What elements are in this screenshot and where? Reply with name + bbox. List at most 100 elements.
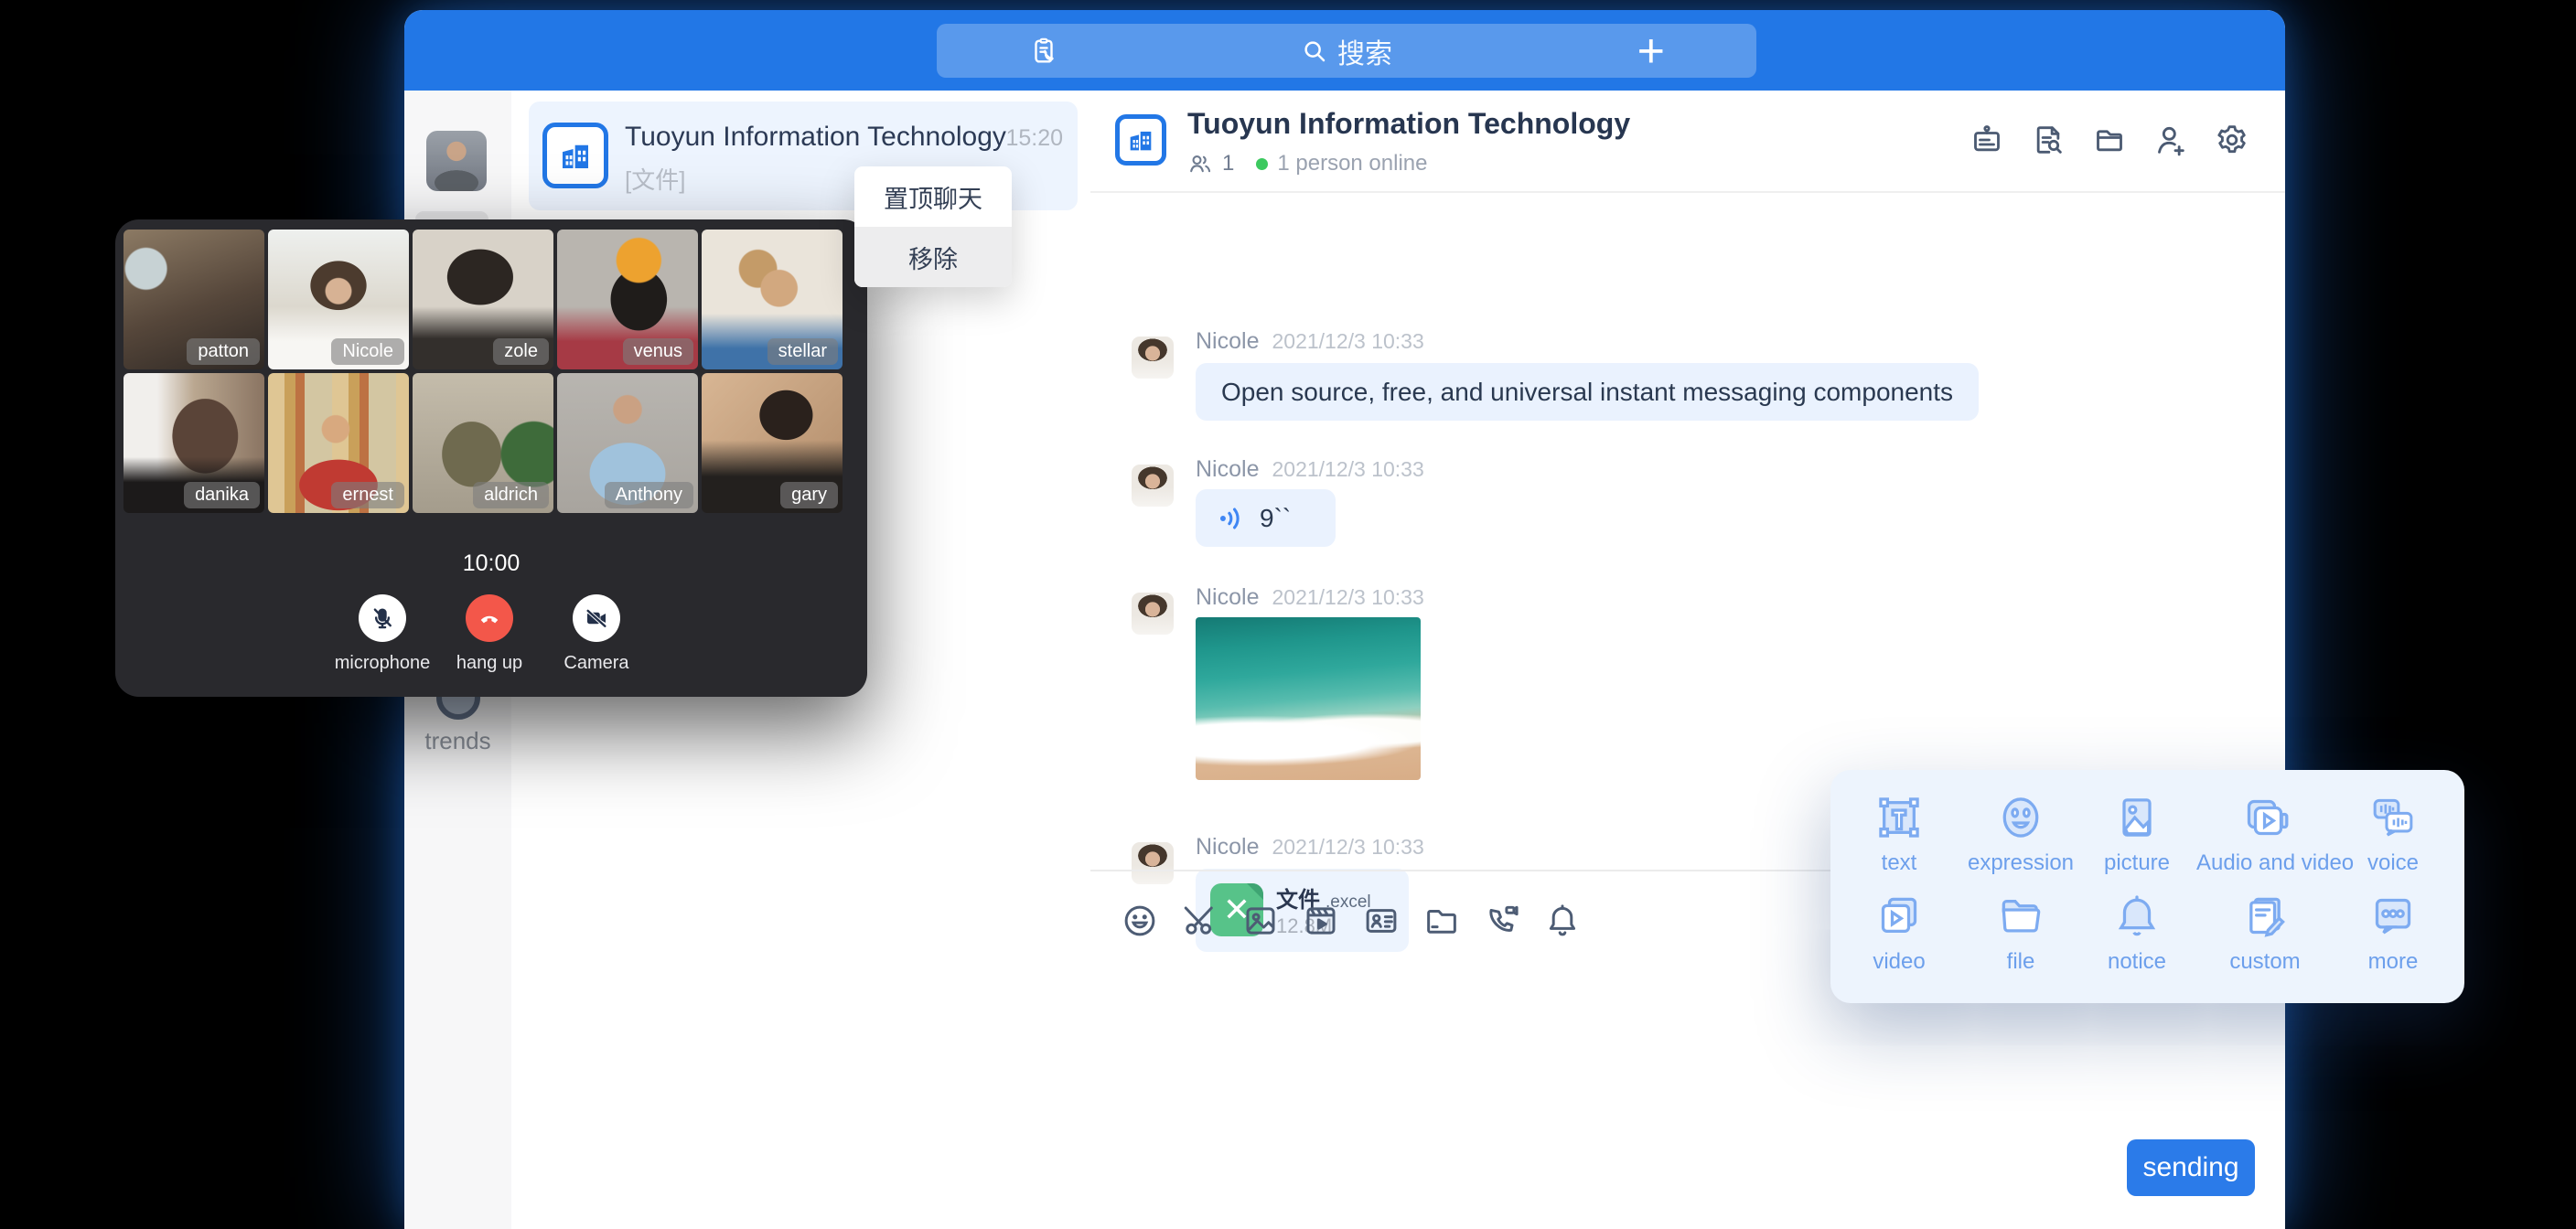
microphone-label: microphone <box>327 653 437 674</box>
emoji-icon[interactable] <box>1121 902 1159 940</box>
sender-name: Nicole <box>1196 584 1259 610</box>
panel-item-audio-video[interactable]: Audio and video <box>2196 792 2334 876</box>
message-sender: Nicole 2021/12/3 10:33 <box>1196 584 1424 611</box>
participant-tile: zole <box>413 230 553 369</box>
participant-name: gary <box>780 482 838 508</box>
trends-label: trends <box>404 727 511 755</box>
camera-muted-icon[interactable] <box>573 594 620 642</box>
video-message-icon[interactable] <box>1302 902 1340 940</box>
avatar[interactable] <box>1132 593 1174 635</box>
top-bar: 搜索 + <box>404 10 2285 91</box>
notice-bell-icon <box>2111 891 2163 942</box>
notification-bell-icon[interactable] <box>1543 902 1582 940</box>
participant-tile: Anthony <box>557 373 698 513</box>
panel-label: custom <box>2196 949 2334 975</box>
hang-up-label: hang up <box>435 653 544 674</box>
chat-header: Tuoyun Information Technology 1 1 person… <box>1090 91 2285 193</box>
group-files-icon[interactable] <box>2091 122 2128 158</box>
chat-panel: Tuoyun Information Technology 1 1 person… <box>1090 91 2285 1229</box>
message-list: Nicole 2021/12/3 10:33 Open source, free,… <box>1090 191 2285 870</box>
panel-item-notice[interactable]: notice <box>2068 891 2206 975</box>
text-message[interactable]: Open source, free, and universal instant… <box>1196 363 1979 421</box>
participant-name: Nicole <box>331 338 404 365</box>
participant-tile: patton <box>123 230 264 369</box>
avatar[interactable] <box>426 131 487 191</box>
chat-meta: 1 1 person online <box>1187 151 1427 176</box>
search-icon <box>1301 37 1328 65</box>
search-input[interactable]: 搜索 + <box>937 24 1756 78</box>
avatar[interactable] <box>1132 337 1174 379</box>
microphone-muted-icon[interactable] <box>359 594 406 642</box>
participant-name: venus <box>623 338 693 365</box>
message-time: 2021/12/3 10:33 <box>1272 835 1423 859</box>
screen: { "colors":{"accent":"#2277e6","online_g… <box>0 0 2576 1229</box>
file-folder-icon[interactable] <box>1422 902 1461 940</box>
avatar[interactable] <box>1132 465 1174 507</box>
microphone-button[interactable]: microphone <box>327 594 437 674</box>
panel-label: video <box>1830 949 1968 975</box>
hang-up-icon[interactable] <box>466 594 513 642</box>
participant-tile: ernest <box>268 373 409 513</box>
group-icon <box>542 123 608 188</box>
panel-label: more <box>2324 949 2462 975</box>
video-icon <box>1873 891 1925 942</box>
panel-label: voice <box>2324 850 2462 876</box>
custom-icon <box>2239 891 2291 942</box>
call-timer: 10:00 <box>115 550 867 577</box>
add-button[interactable]: + <box>1637 27 1665 75</box>
conversation-time: 15:20 <box>1005 125 1063 152</box>
panel-item-picture[interactable]: picture <box>2068 792 2206 876</box>
participant-name: danika <box>184 482 260 508</box>
participant-tile: stellar <box>702 230 843 369</box>
online-dot <box>1256 158 1268 170</box>
panel-item-text[interactable]: text <box>1830 792 1968 876</box>
menu-item-remove[interactable]: 移除 <box>854 227 1012 287</box>
panel-item-custom[interactable]: custom <box>2196 891 2334 975</box>
message-sender: Nicole2021/12/3 10:33 <box>1196 328 1424 355</box>
participant-tile: venus <box>557 230 698 369</box>
camera-label: Camera <box>542 653 651 674</box>
members-icon <box>1187 151 1213 176</box>
screenshot-scissors-icon[interactable] <box>1181 902 1219 940</box>
conversation-preview: [文件] <box>625 162 685 196</box>
online-status: 1 person online <box>1277 151 1427 176</box>
panel-item-more[interactable]: more <box>2324 891 2462 975</box>
message-time: 2021/12/3 10:33 <box>1272 329 1423 353</box>
image-icon[interactable] <box>1241 902 1280 940</box>
participant-tile: Nicole <box>268 230 409 369</box>
send-button[interactable]: sending <box>2127 1139 2255 1196</box>
chat-header-actions <box>1969 122 2250 158</box>
picture-icon <box>2111 792 2163 843</box>
more-icon <box>2367 891 2419 942</box>
contact-card-icon[interactable] <box>1362 902 1401 940</box>
video-call-icon[interactable] <box>1483 902 1521 940</box>
participant-tile: danika <box>123 373 264 513</box>
panel-item-video[interactable]: video <box>1830 891 1968 975</box>
participant-tile: gary <box>702 373 843 513</box>
participant-name: Anthony <box>605 482 693 508</box>
message-type-panel: text expression picture Audio and video … <box>1830 770 2464 1003</box>
hang-up-button[interactable]: hang up <box>435 594 544 674</box>
participant-name: aldrich <box>473 482 549 508</box>
image-message-beach[interactable] <box>1196 617 1421 780</box>
add-member-icon[interactable] <box>2152 122 2189 158</box>
camera-button[interactable]: Camera <box>542 594 651 674</box>
announcement-icon[interactable] <box>1969 122 2005 158</box>
chat-history-search-icon[interactable] <box>2030 122 2066 158</box>
voice-wave-icon <box>1216 503 1247 534</box>
message-time: 2021/12/3 10:33 <box>1272 585 1423 609</box>
expression-icon <box>1995 792 2046 843</box>
search-label-wrap: 搜索 <box>937 24 1756 78</box>
group-call-window: patton Nicole zole venus stellar danika … <box>115 219 867 697</box>
panel-item-voice[interactable]: voice <box>2324 792 2462 876</box>
file-icon <box>1995 891 2046 942</box>
menu-item-pin-chat[interactable]: 置顶聊天 <box>854 166 1012 227</box>
settings-icon[interactable] <box>2214 122 2250 158</box>
group-icon <box>1115 114 1166 166</box>
participant-grid: patton Nicole zole venus stellar danika … <box>123 230 859 513</box>
voice-message[interactable]: 9`` <box>1196 489 1336 547</box>
text-icon <box>1873 792 1925 843</box>
sender-name: Nicole <box>1196 456 1259 482</box>
panel-label: text <box>1830 850 1968 876</box>
message-sender: Nicole2021/12/3 10:33 <box>1196 456 1424 483</box>
